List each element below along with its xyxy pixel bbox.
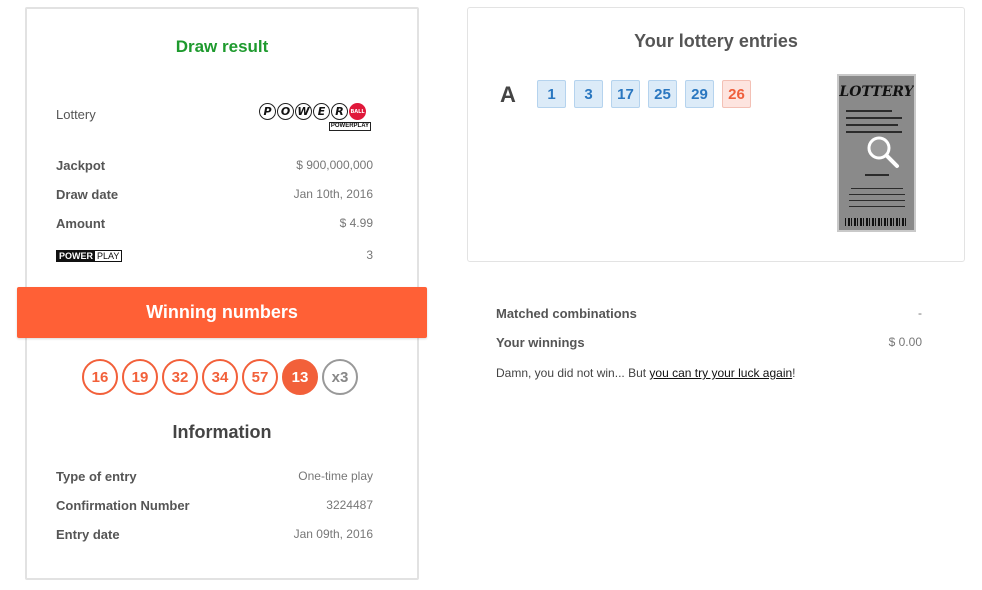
- amount-value: $ 4.99: [339, 216, 373, 230]
- winning-ball: 16: [82, 359, 118, 395]
- confirmation-value: 3224487: [326, 498, 373, 512]
- powerball-logo-subtext: POWERPLAY: [328, 122, 371, 131]
- result-message-text: Damn, you did not win... But: [496, 366, 650, 380]
- ticket-barcode: [845, 218, 908, 226]
- amount-label: Amount: [56, 216, 106, 231]
- your-winnings-label: Your winnings: [496, 335, 585, 350]
- ticket-logo: LOTTERY: [839, 84, 914, 100]
- ticket-text-line: [846, 110, 892, 112]
- magnifier-icon: [867, 136, 899, 168]
- entry-number: 25: [648, 80, 677, 108]
- powerball-logo-ball: BALL: [349, 103, 366, 120]
- powerball-logo-letter: R: [331, 103, 348, 120]
- entries-title: Your lottery entries: [634, 31, 798, 51]
- powerball-logo-letter: E: [313, 103, 330, 120]
- entry-line-letter: A: [500, 82, 516, 107]
- lottery-entries-card: Your lottery entries A 1 3 17 25 29 26 L…: [467, 7, 965, 262]
- ticket-thumbnail[interactable]: LOTTERY: [837, 74, 916, 232]
- winning-ball: 57: [242, 359, 278, 395]
- confirmation-row: Confirmation Number 3224487: [56, 498, 373, 518]
- jackpot-value: $ 900,000,000: [296, 158, 373, 172]
- draw-result-title: Draw result: [175, 37, 269, 56]
- try-again-link[interactable]: you can try your luck again: [649, 366, 792, 380]
- ticket-text-line: [851, 188, 903, 189]
- confirmation-label: Confirmation Number: [56, 498, 190, 513]
- draw-date-label: Draw date: [56, 187, 119, 202]
- powerplay-value: 3: [366, 248, 373, 262]
- your-winnings-value: $ 0.00: [888, 335, 922, 349]
- winning-multiplier: x3: [322, 359, 358, 395]
- entry-numbers: 1 3 17 25 29 26: [537, 80, 751, 108]
- entry-number: 29: [685, 80, 714, 108]
- jackpot-row: Jackpot $ 900,000,000: [56, 158, 373, 178]
- draw-date-value: Jan 10th, 2016: [293, 187, 373, 201]
- entry-date-row: Entry date Jan 09th, 2016: [56, 527, 373, 547]
- powerball-logo-letter: O: [277, 103, 294, 120]
- type-of-entry-value: One-time play: [298, 469, 373, 483]
- winning-balls: 16 19 32 34 57 13 x3: [82, 359, 358, 395]
- matched-combinations-label: Matched combinations: [496, 306, 637, 321]
- jackpot-label: Jackpot: [56, 158, 106, 173]
- entry-number: 17: [611, 80, 640, 108]
- ticket-text-line: [849, 206, 905, 207]
- entry-date-value: Jan 09th, 2016: [293, 527, 373, 541]
- entry-date-label: Entry date: [56, 527, 120, 542]
- winning-powerball: 13: [282, 359, 318, 395]
- ticket-text-line: [865, 174, 889, 176]
- type-of-entry-row: Type of entry One-time play: [56, 469, 373, 489]
- ticket-text-line: [846, 124, 898, 126]
- winning-ball: 19: [122, 359, 158, 395]
- ticket-text-line: [846, 131, 902, 133]
- winning-numbers-banner: Winning numbers: [17, 287, 427, 338]
- amount-row: Amount $ 4.99: [56, 216, 373, 236]
- ticket-text-line: [849, 200, 905, 201]
- entry-number: 3: [574, 80, 603, 108]
- draw-date-row: Draw date Jan 10th, 2016: [56, 187, 373, 207]
- result-message-suffix: !: [792, 366, 796, 380]
- lottery-label: Lottery: [56, 107, 96, 122]
- powerball-logo-letter: W: [295, 103, 312, 120]
- powerball-logo: P O W E R BALL POWERPLAY: [259, 103, 373, 133]
- winning-ball: 34: [202, 359, 238, 395]
- matched-combinations-value: -: [918, 306, 922, 320]
- powerplay-row: 3: [56, 248, 373, 268]
- powerball-logo-letter: P: [259, 103, 276, 120]
- entry-powerball: 26: [722, 80, 751, 108]
- ticket-text-line: [849, 194, 905, 195]
- information-title: Information: [172, 422, 272, 442]
- your-winnings-row: Your winnings $ 0.00: [496, 335, 922, 353]
- winning-ball: 32: [162, 359, 198, 395]
- result-message: Damn, you did not win... But you can try…: [496, 366, 796, 380]
- ticket-text-line: [846, 117, 902, 119]
- entry-number: 1: [537, 80, 566, 108]
- type-of-entry-label: Type of entry: [56, 469, 137, 484]
- matched-combinations-row: Matched combinations -: [496, 306, 922, 324]
